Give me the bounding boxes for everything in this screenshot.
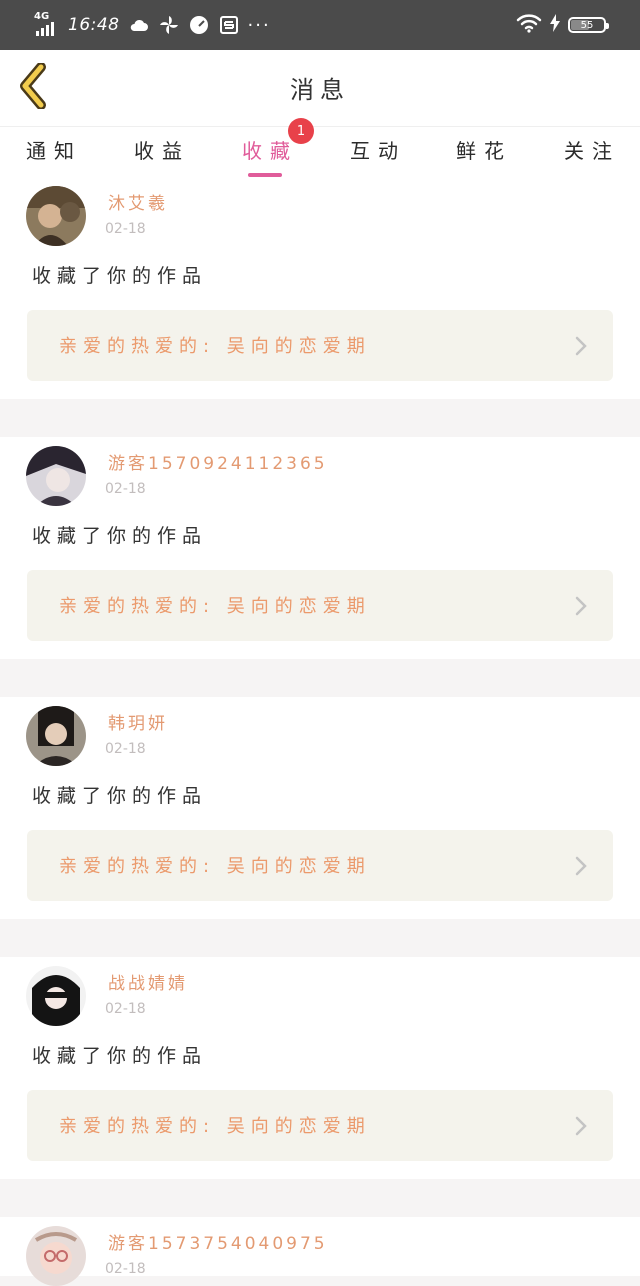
chevron-right-icon xyxy=(575,336,587,360)
work-link[interactable]: 亲爱的热爱的: 吴向的恋爱期 xyxy=(27,1090,613,1161)
chevron-right-icon xyxy=(575,596,587,620)
tab-earnings[interactable]: 收益 xyxy=(122,135,202,164)
username[interactable]: 韩玥妍 xyxy=(108,709,168,734)
signal-icon: 4G xyxy=(34,11,62,38)
message-date: 02-18 xyxy=(105,1261,146,1277)
work-title: 亲爱的热爱的: 吴向的恋爱期 xyxy=(59,856,371,877)
username[interactable]: 游客1570924112365 xyxy=(108,449,328,474)
speedometer-icon xyxy=(188,14,210,36)
status-time: 16:48 xyxy=(68,15,120,35)
avatar[interactable] xyxy=(26,1226,86,1286)
message-date: 02-18 xyxy=(105,741,146,757)
message-text: 收藏了你的作品 xyxy=(32,265,208,287)
screenshot-icon xyxy=(218,14,240,36)
network-type: 4G xyxy=(34,11,50,22)
wifi-icon xyxy=(516,13,542,37)
list-item: 韩玥妍 02-18 收藏了你的作品 亲爱的热爱的: 吴向的恋爱期 xyxy=(0,697,640,919)
tab-interactions[interactable]: 互动 xyxy=(338,135,418,164)
username[interactable]: 游客1573754040975 xyxy=(108,1229,328,1254)
header-bar: 消息 xyxy=(0,50,640,127)
avatar[interactable] xyxy=(26,186,86,246)
chevron-right-icon xyxy=(575,1116,587,1140)
tab-flowers[interactable]: 鲜花 xyxy=(444,135,524,164)
list-item: 游客1573754040975 02-18 xyxy=(0,1217,640,1286)
list-item: 游客1570924112365 02-18 收藏了你的作品 亲爱的热爱的: 吴向… xyxy=(0,437,640,659)
unread-badge: 1 xyxy=(288,118,314,144)
cloud-icon xyxy=(128,14,150,36)
username[interactable]: 沐艾羲 xyxy=(108,189,168,214)
work-link[interactable]: 亲爱的热爱的: 吴向的恋爱期 xyxy=(27,570,613,641)
battery-level: 55 xyxy=(580,19,594,31)
chevron-right-icon xyxy=(575,856,587,880)
username[interactable]: 战战婧婧 xyxy=(108,969,188,994)
message-date: 02-18 xyxy=(105,481,146,497)
avatar[interactable] xyxy=(26,966,86,1026)
pinwheel-icon xyxy=(158,14,180,36)
avatar[interactable] xyxy=(26,706,86,766)
message-text: 收藏了你的作品 xyxy=(32,785,208,807)
message-date: 02-18 xyxy=(105,1001,146,1017)
list-item: 战战婧婧 02-18 收藏了你的作品 亲爱的热爱的: 吴向的恋爱期 xyxy=(0,957,640,1179)
message-text: 收藏了你的作品 xyxy=(32,1045,208,1067)
list-item: 沐艾羲 02-18 收藏了你的作品 亲爱的热爱的: 吴向的恋爱期 xyxy=(0,177,640,399)
message-date: 02-18 xyxy=(105,221,146,237)
work-link[interactable]: 亲爱的热爱的: 吴向的恋爱期 xyxy=(27,830,613,901)
avatar[interactable] xyxy=(26,446,86,506)
work-link[interactable]: 亲爱的热爱的: 吴向的恋爱期 xyxy=(27,310,613,381)
page-title: 消息 xyxy=(290,76,350,104)
battery-icon: 55 xyxy=(568,17,609,33)
tab-following[interactable]: 关注 xyxy=(552,135,632,164)
status-bar: 4G 16:48 ··· 55 xyxy=(0,0,640,50)
message-text: 收藏了你的作品 xyxy=(32,525,208,547)
work-title: 亲爱的热爱的: 吴向的恋爱期 xyxy=(59,336,371,357)
charging-icon xyxy=(550,14,560,36)
work-title: 亲爱的热爱的: 吴向的恋爱期 xyxy=(59,596,371,617)
tab-notifications[interactable]: 通知 xyxy=(14,135,94,164)
tab-bar: 通知 收益 收藏 互动 鲜花 关注 xyxy=(0,127,640,177)
more-notifications-icon: ··· xyxy=(247,14,271,36)
work-title: 亲爱的热爱的: 吴向的恋爱期 xyxy=(59,1116,371,1137)
